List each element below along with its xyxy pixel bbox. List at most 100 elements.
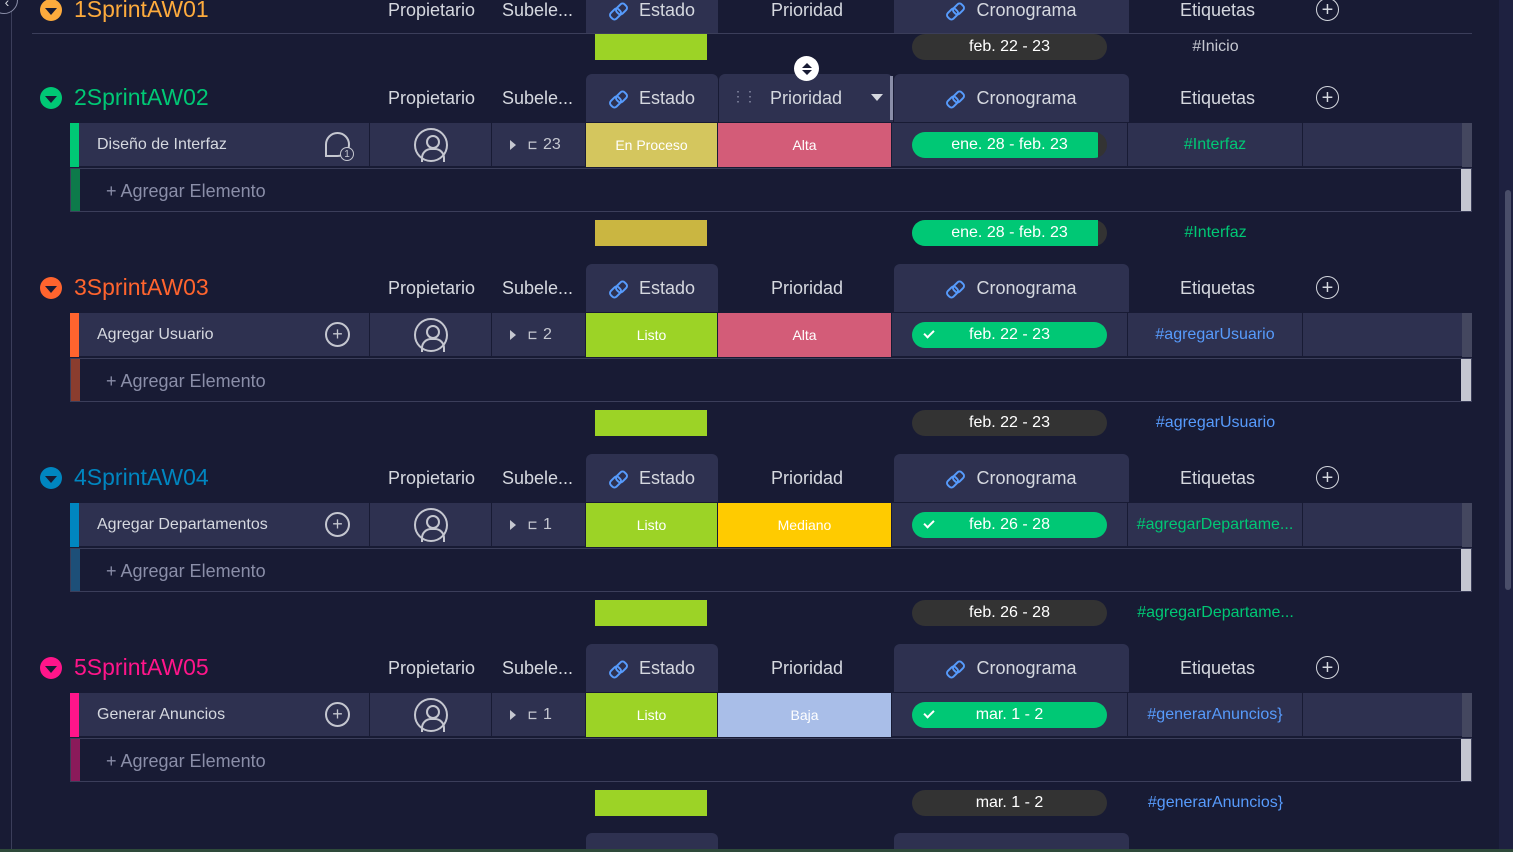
timeline-cell[interactable]: ene. 28 - feb. 23 <box>892 123 1128 167</box>
column-timeline[interactable]: Cronograma <box>894 644 1129 692</box>
chevron-down-icon[interactable] <box>871 94 883 101</box>
subitems-cell[interactable]: ⊏ 2 <box>492 313 586 357</box>
item-name-cell[interactable]: Diseño de Interfaz 1 <box>70 123 370 167</box>
column-timeline[interactable]: Cronograma <box>894 74 1129 122</box>
person-icon[interactable] <box>413 508 448 542</box>
tags-summary[interactable]: #agregarUsuario <box>1128 414 1303 432</box>
column-owner[interactable]: Propietario <box>388 88 475 109</box>
tags-cell[interactable]: #generarAnuncios} <box>1128 693 1303 737</box>
add-item-row[interactable]: + Agregar Elemento <box>70 168 1472 212</box>
timeline-cell[interactable]: feb. 26 - 28 <box>892 503 1128 547</box>
caret-right-icon[interactable] <box>510 140 516 150</box>
column-status[interactable]: Estado <box>586 644 718 692</box>
add-item-row[interactable]: + Agregar Elemento <box>70 738 1472 782</box>
column-subitems[interactable]: Subele... <box>502 658 573 679</box>
status-cell[interactable]: Listo <box>586 313 718 357</box>
column-status[interactable]: Estado <box>586 264 718 312</box>
timeline-summary[interactable]: feb. 22 - 23 <box>912 34 1107 60</box>
add-update-icon[interactable]: + <box>325 702 350 727</box>
tags-cell[interactable]: #agregarDepartame... <box>1128 503 1303 547</box>
drag-handle-icon[interactable]: ⋮⋮ <box>731 88 757 105</box>
group-title[interactable]: 5SprintAW05 <box>74 654 209 681</box>
tags-summary[interactable]: #generarAnuncios} <box>1128 794 1303 812</box>
column-subitems[interactable]: Subele... <box>502 278 573 299</box>
owner-cell[interactable] <box>370 123 492 167</box>
add-item-input[interactable]: + Agregar Elemento <box>106 371 266 392</box>
add-column-icon[interactable]: + <box>1316 466 1339 489</box>
person-icon[interactable] <box>413 698 448 732</box>
column-tags[interactable]: Etiquetas <box>1180 88 1255 109</box>
caret-right-icon[interactable] <box>510 520 516 530</box>
caret-right-icon[interactable] <box>510 710 516 720</box>
collapse-group-icon[interactable] <box>40 0 62 21</box>
group-title[interactable]: 1SprintAW01 <box>74 0 209 23</box>
status-summary-bar[interactable] <box>595 34 707 60</box>
subitems-cell[interactable]: ⊏ 1 <box>492 503 586 547</box>
scrollbar-thumb[interactable] <box>1505 190 1511 590</box>
column-priority[interactable]: Prioridad <box>771 0 843 21</box>
column-owner[interactable]: Propietario <box>388 0 475 21</box>
timeline-pill[interactable]: feb. 22 - 23 <box>912 322 1107 348</box>
owner-cell[interactable] <box>370 313 492 357</box>
resize-handle[interactable] <box>890 76 893 120</box>
group-title[interactable]: 3SprintAW03 <box>74 274 209 301</box>
add-item-input[interactable]: + Agregar Elemento <box>106 181 266 202</box>
table-row[interactable]: Diseño de Interfaz 1 ⊏ 23 En Proceso Alta… <box>70 123 1472 167</box>
timeline-pill[interactable]: mar. 1 - 2 <box>912 702 1107 728</box>
column-tags[interactable]: Etiquetas <box>1180 658 1255 679</box>
priority-cell[interactable]: Mediano <box>718 503 892 547</box>
column-timeline[interactable]: Cronograma <box>894 454 1129 502</box>
collapse-group-icon[interactable] <box>40 467 62 489</box>
owner-cell[interactable] <box>370 693 492 737</box>
collapse-group-icon[interactable] <box>40 87 62 109</box>
column-tags[interactable]: Etiquetas <box>1180 468 1255 489</box>
timeline-pill[interactable]: ene. 28 - feb. 23 <box>912 132 1107 158</box>
priority-cell[interactable]: Alta <box>718 123 892 167</box>
status-cell[interactable]: Listo <box>586 503 718 547</box>
add-item-input[interactable]: + Agregar Elemento <box>106 751 266 772</box>
group-title[interactable]: 2SprintAW02 <box>74 84 209 111</box>
add-update-icon[interactable]: + <box>325 322 350 347</box>
owner-cell[interactable] <box>370 503 492 547</box>
column-subitems[interactable]: Subele... <box>502 0 573 21</box>
priority-cell[interactable]: Alta <box>718 313 892 357</box>
column-owner[interactable]: Propietario <box>388 658 475 679</box>
group-title[interactable]: 4SprintAW04 <box>74 464 209 491</box>
tags-summary[interactable]: #Inicio <box>1128 38 1303 56</box>
table-row[interactable]: Agregar Departamentos + ⊏ 1 Listo Mediano… <box>70 503 1472 547</box>
timeline-cell[interactable]: mar. 1 - 2 <box>892 693 1128 737</box>
status-cell[interactable]: En Proceso <box>586 123 718 167</box>
item-name-cell[interactable]: Generar Anuncios + <box>70 693 370 737</box>
tags-cell[interactable]: #Interfaz <box>1128 123 1303 167</box>
timeline-summary[interactable]: ene. 28 - feb. 23 <box>912 220 1107 246</box>
item-name[interactable]: Agregar Usuario <box>70 326 214 344</box>
item-name-cell[interactable]: Agregar Usuario + <box>70 313 370 357</box>
status-summary-bar[interactable] <box>595 600 707 626</box>
column-subitems[interactable]: Subele... <box>502 88 573 109</box>
sort-icon[interactable] <box>794 56 819 81</box>
column-tags[interactable]: Etiquetas <box>1180 0 1255 21</box>
person-icon[interactable] <box>413 318 448 352</box>
collapse-group-icon[interactable] <box>40 657 62 679</box>
timeline-pill[interactable]: feb. 26 - 28 <box>912 512 1107 538</box>
timeline-cell[interactable]: feb. 22 - 23 <box>892 313 1128 357</box>
timeline-summary[interactable]: feb. 26 - 28 <box>912 600 1107 626</box>
table-row[interactable]: Generar Anuncios + ⊏ 1 Listo Baja mar. 1 … <box>70 693 1472 737</box>
column-priority[interactable]: Prioridad <box>771 658 843 679</box>
add-column-icon[interactable]: + <box>1316 86 1339 109</box>
status-summary-bar[interactable] <box>595 410 707 436</box>
tags-summary[interactable]: #Interfaz <box>1128 224 1303 242</box>
tags-summary[interactable]: #agregarDepartame... <box>1128 604 1303 622</box>
tags-cell[interactable]: #agregarUsuario <box>1128 313 1303 357</box>
item-name[interactable]: Generar Anuncios <box>70 706 225 724</box>
status-cell[interactable]: Listo <box>586 693 718 737</box>
status-summary-bar[interactable] <box>595 220 707 246</box>
column-timeline[interactable]: Cronograma <box>894 264 1129 312</box>
add-update-icon[interactable]: + <box>325 512 350 537</box>
column-status[interactable]: Estado <box>586 74 718 122</box>
column-priority[interactable]: ⋮⋮ Prioridad <box>719 74 893 122</box>
timeline-summary[interactable]: mar. 1 - 2 <box>912 790 1107 816</box>
column-subitems[interactable]: Subele... <box>502 468 573 489</box>
table-row[interactable]: Agregar Usuario + ⊏ 2 Listo Alta feb. 22 … <box>70 313 1472 357</box>
subitems-cell[interactable]: ⊏ 1 <box>492 693 586 737</box>
